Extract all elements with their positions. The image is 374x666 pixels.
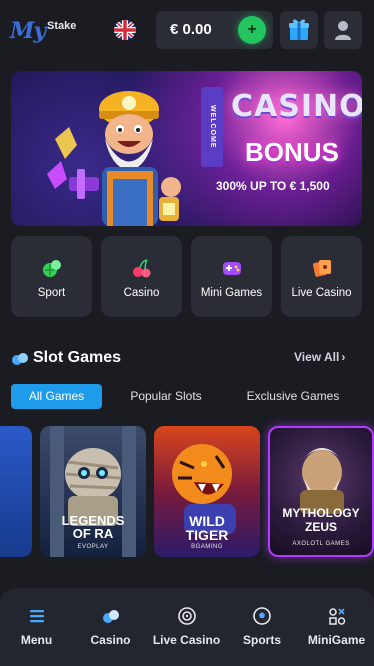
menu-icon xyxy=(29,610,44,623)
game-title-line1: MYTHOLOGY xyxy=(282,506,360,520)
balance-box[interactable]: € 0.00 + xyxy=(156,11,273,49)
gift-icon xyxy=(289,19,309,40)
category-label: Sport xyxy=(37,287,66,299)
logo-stake: Stake xyxy=(47,20,77,32)
tab-all-games[interactable]: All Games xyxy=(11,384,102,409)
nav-casino[interactable]: Casino xyxy=(73,588,148,666)
game-title-line2: OF RA xyxy=(72,526,114,541)
nav-minigame[interactable]: MiniGame xyxy=(299,588,374,666)
category-sport[interactable]: Sport xyxy=(11,236,92,317)
roulette-icon xyxy=(177,607,196,625)
mystake-logo[interactable]: My Stake xyxy=(10,12,80,48)
chevron-right-icon: › xyxy=(341,350,346,364)
balance-amount: € 0.00 xyxy=(170,21,212,38)
game-title-line1: WILD xyxy=(189,513,225,529)
deposit-plus-button[interactable]: + xyxy=(238,16,266,44)
slot-games-title: Slot Games xyxy=(33,349,122,366)
category-casino[interactable]: Casino xyxy=(101,236,182,317)
zeus-illustration xyxy=(300,448,344,514)
user-profile-button[interactable] xyxy=(324,11,362,49)
game-provider: EVOPLAY xyxy=(77,544,109,550)
view-all-label: View All xyxy=(294,350,340,364)
soccer-ball-icon xyxy=(253,607,271,625)
category-mini-games[interactable]: Mini Games xyxy=(191,236,272,317)
category-label: Casino xyxy=(123,287,160,299)
top-header: My Stake € 0.00 + xyxy=(0,0,374,62)
user-icon xyxy=(335,21,351,40)
nav-menu[interactable]: Menu xyxy=(0,588,73,666)
casino-cherry-icon xyxy=(133,259,151,278)
game-provider: AXOLOTL GAMES xyxy=(292,541,350,547)
game-title-line2: ZEUS xyxy=(304,520,337,534)
category-label: Mini Games xyxy=(200,287,263,299)
logo-my: My xyxy=(10,18,46,44)
banner-subtitle: BONUS xyxy=(245,137,339,167)
minigame-icon xyxy=(328,608,345,625)
nav-label: MiniGame xyxy=(307,633,366,647)
slot-games-heading: Slot Games xyxy=(11,348,211,370)
welcome-tag: WELCOME xyxy=(201,87,223,167)
game-card-mythology-zeus[interactable]: MYTHOLOGY ZEUS AXOLOTL GAMES xyxy=(268,426,374,557)
banner-offer: 300% UP TO € 1,500 xyxy=(216,179,330,193)
nav-label: Casino xyxy=(90,633,131,647)
nav-label: Live Casino xyxy=(152,633,221,647)
tab-exclusive-games[interactable]: Exclusive Games xyxy=(236,384,350,409)
tab-popular-slots[interactable]: Popular Slots xyxy=(118,384,214,409)
nav-label: Menu xyxy=(20,633,53,647)
banner-title: CASINO xyxy=(231,89,362,124)
live-casino-icon xyxy=(313,260,331,277)
game-card-wild-tiger[interactable]: WILD TIGER BGAMING xyxy=(154,426,260,557)
slot-games-icon xyxy=(12,353,28,365)
casino-icon xyxy=(102,610,119,623)
nav-label: Sports xyxy=(242,633,281,647)
bottom-navigation: Menu Casino Live Casino Sports MiniGame xyxy=(0,588,374,666)
miner-character-illustration xyxy=(47,91,181,226)
game-card-legends-of-ra[interactable]: LEGENDS OF RA EVOPLAY xyxy=(40,426,146,557)
game-card-partial[interactable] xyxy=(0,426,32,557)
sport-icon xyxy=(43,260,61,277)
casino-bonus-banner[interactable]: WELCOME CASINO BONUS 300% UP TO € 1,500 xyxy=(11,71,362,226)
category-label: Live Casino xyxy=(291,287,352,299)
view-all-link[interactable]: View All › xyxy=(294,350,345,364)
category-live-casino[interactable]: Live Casino xyxy=(281,236,362,317)
game-provider: BGAMING xyxy=(191,544,223,550)
gamepad-icon xyxy=(223,262,241,275)
gift-button[interactable] xyxy=(280,11,318,49)
nav-sports[interactable]: Sports xyxy=(225,588,299,666)
game-title-line2: TIGER xyxy=(185,527,229,543)
nav-live-casino[interactable]: Live Casino xyxy=(148,588,225,666)
uk-flag-icon[interactable] xyxy=(114,20,136,40)
